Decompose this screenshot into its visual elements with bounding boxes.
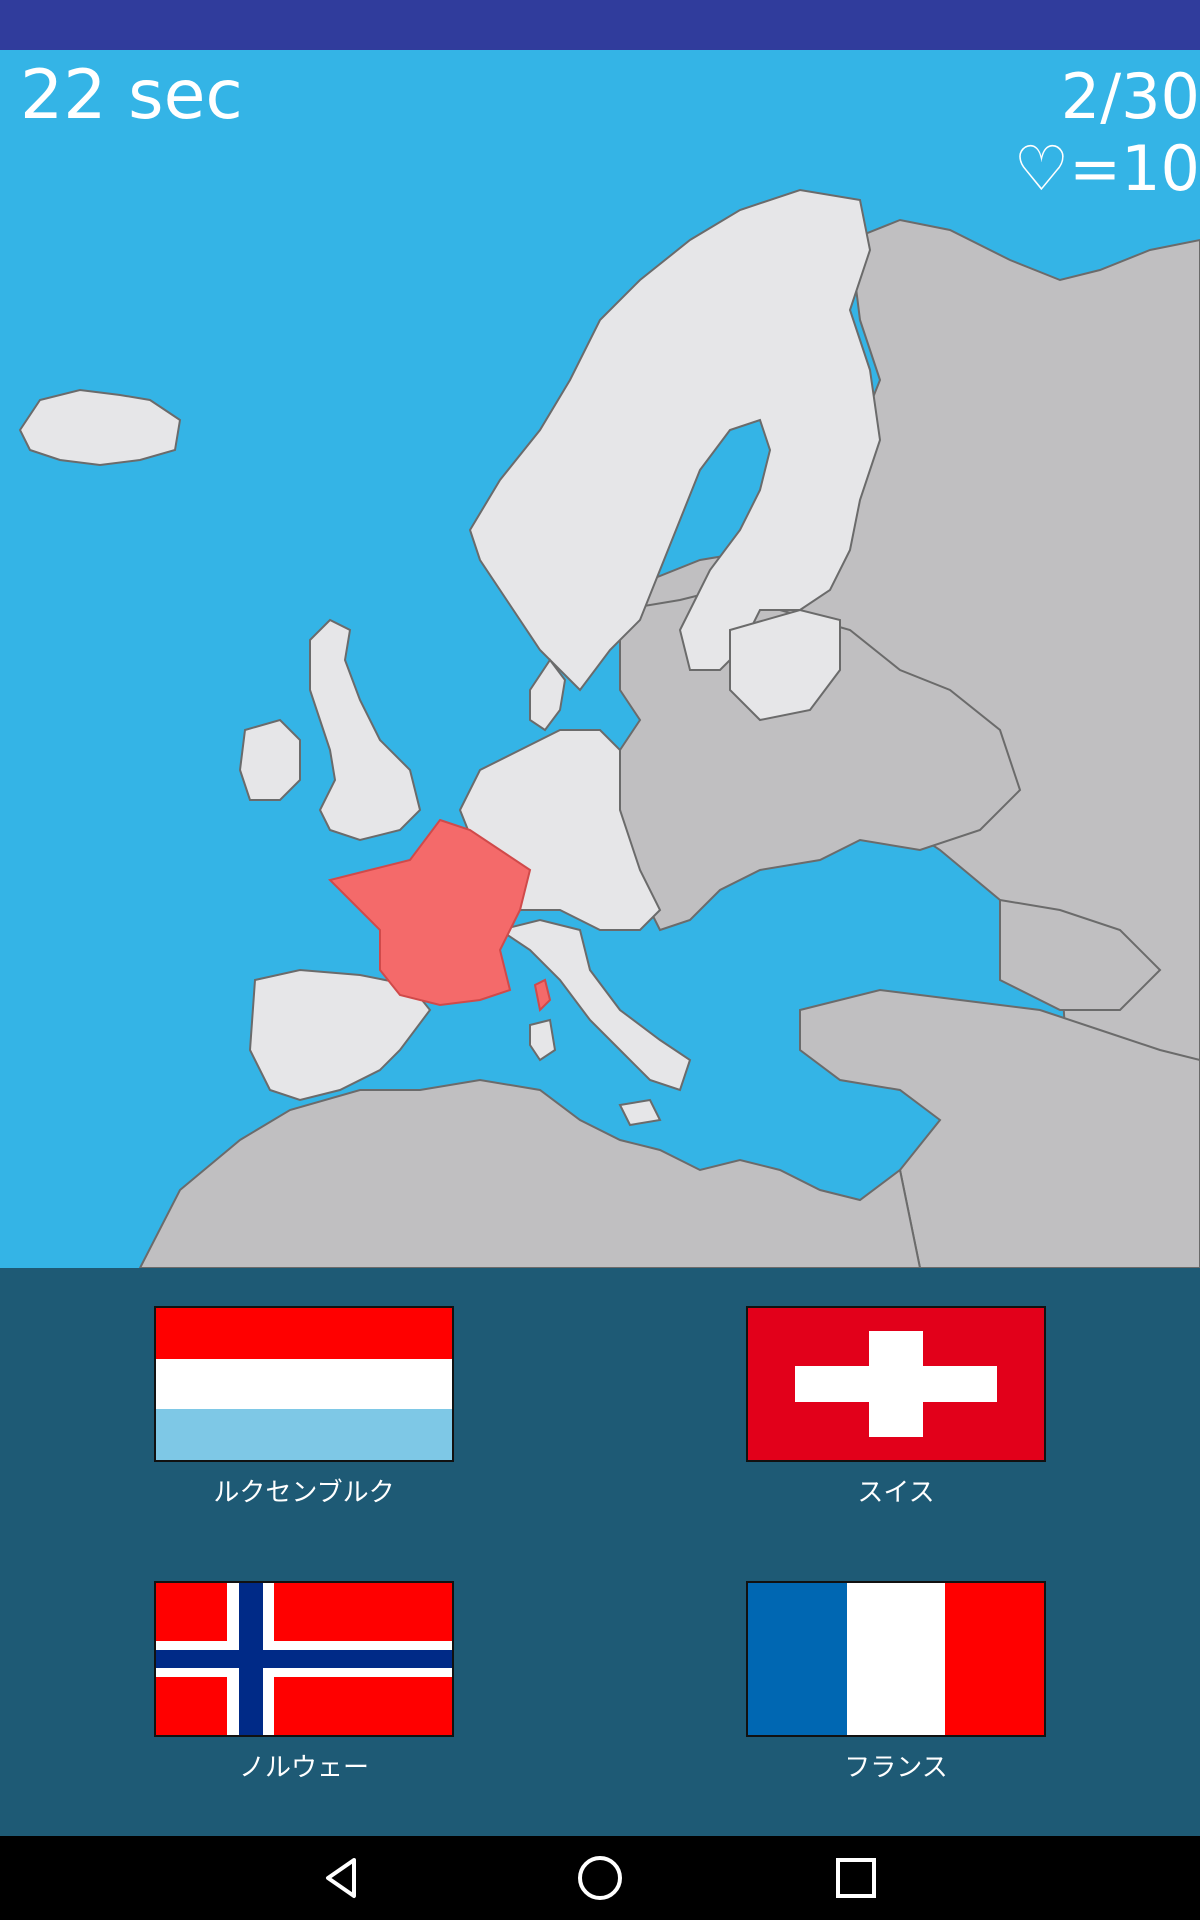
answer-label: フランス — [844, 1753, 948, 1783]
europe-map[interactable]: 22 sec 2/30 ♡=10 — [0, 50, 1200, 1268]
norway-flag-icon — [154, 1581, 454, 1737]
north-africa-land — [138, 1078, 922, 1268]
ireland-land — [238, 718, 301, 801]
switzerland-flag-icon — [746, 1306, 1046, 1462]
answer-option-switzerland[interactable]: スイス — [746, 1268, 1046, 1506]
answer-label: ノルウェー — [238, 1753, 369, 1783]
answer-option-france[interactable]: フランス — [746, 1543, 1046, 1781]
heart-icon: ♡ — [1013, 132, 1070, 205]
answer-label: スイス — [857, 1478, 935, 1508]
navigation-bar — [0, 1836, 1200, 1920]
status-bar — [0, 0, 1200, 50]
lives-counter: ♡=10 — [1014, 138, 1200, 200]
answer-option-norway[interactable]: ノルウェー — [154, 1543, 454, 1781]
sicily-land — [618, 1098, 662, 1127]
iceland-land — [18, 388, 182, 467]
corsica-land — [533, 978, 552, 1013]
answer-option-luxembourg[interactable]: ルクセンブルク — [154, 1268, 454, 1506]
france-flag-icon — [746, 1581, 1046, 1737]
luxembourg-flag-icon — [154, 1306, 454, 1462]
sardinia-land — [529, 1018, 557, 1062]
recents-icon[interactable] — [826, 1848, 886, 1908]
home-icon[interactable] — [570, 1848, 630, 1908]
answer-panel: ルクセンブルク スイス ノルウェー フランス — [0, 1268, 1200, 1836]
timer-display: 22 sec — [20, 56, 243, 135]
great-britain-land — [309, 618, 422, 842]
map-canvas[interactable] — [0, 50, 1200, 1268]
answer-label: ルクセンブルク — [213, 1478, 395, 1508]
italy-land — [497, 918, 692, 1092]
lives-value: =10 — [1069, 132, 1200, 205]
back-icon[interactable] — [314, 1848, 374, 1908]
question-counter: 2/30 — [1060, 60, 1200, 133]
